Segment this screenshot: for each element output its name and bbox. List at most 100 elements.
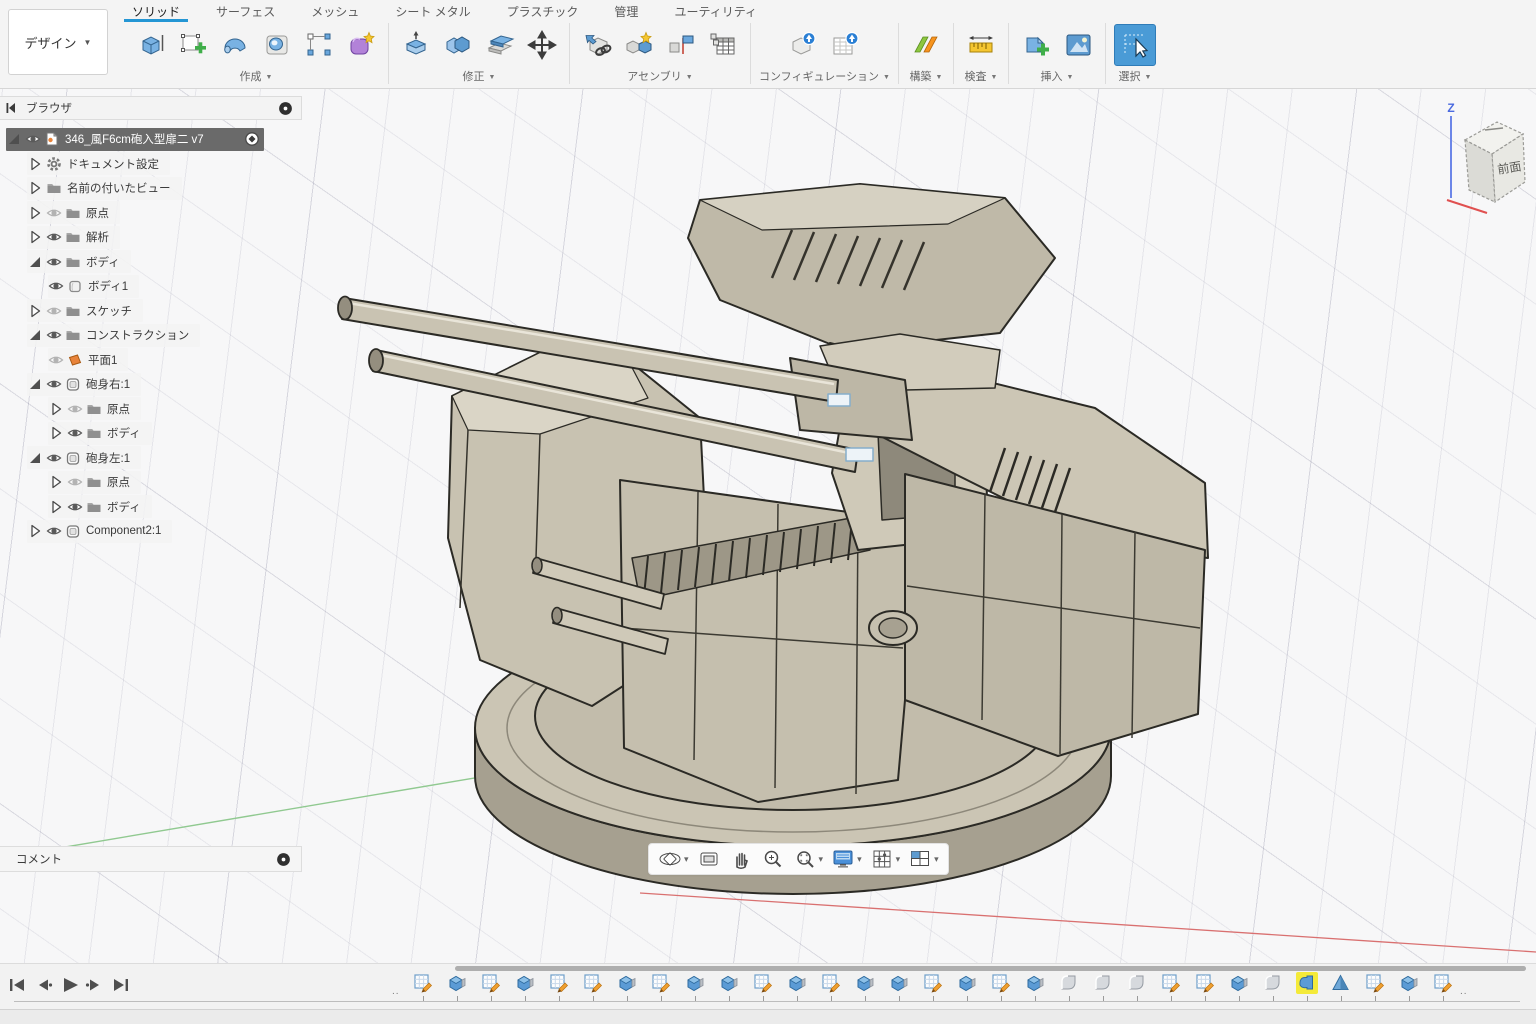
timeline-feature-sketch[interactable] (406, 972, 440, 1001)
tree-row[interactable]: ボディ (48, 422, 152, 445)
as-built-joint-icon[interactable] (662, 25, 700, 65)
tree-row[interactable]: ボディ1 (48, 275, 139, 298)
timeline-feature-sketch[interactable] (644, 972, 678, 1001)
extrude-feature-icon[interactable] (888, 972, 910, 994)
timeline-feature-sketch[interactable] (916, 972, 950, 1001)
timeline-feature-sketch[interactable] (1154, 972, 1188, 1001)
group-label-configuration[interactable]: コンフィギュレーション (759, 68, 890, 84)
tree-row-label[interactable]: 解析 (84, 229, 111, 245)
sketch-feature-icon[interactable] (1364, 972, 1386, 994)
tree-row[interactable]: Component2:1 (27, 520, 172, 543)
tree-row-label[interactable]: 砲身左:1 (84, 450, 132, 466)
expander-closed-icon[interactable] (48, 425, 64, 441)
create-sketch-icon[interactable] (174, 25, 212, 65)
timeline-feature-revolve[interactable] (1290, 972, 1324, 1001)
extrude-feature-icon[interactable] (1398, 972, 1420, 994)
timeline-feature-extrude[interactable] (508, 972, 542, 1001)
component-icon[interactable] (65, 376, 81, 392)
turret-geometry[interactable] (338, 184, 1208, 894)
expander-open-icon[interactable] (27, 327, 43, 343)
extrude-feature-icon[interactable] (718, 972, 740, 994)
eye-visible-icon[interactable] (48, 278, 64, 294)
design-dropdown[interactable]: デザイン ▼ (8, 9, 108, 75)
expander-closed-icon[interactable] (48, 474, 64, 490)
tree-row-label[interactable]: ボディ (84, 254, 122, 270)
tree-row-label[interactable]: ボディ (105, 425, 143, 441)
extrude-feature-icon[interactable] (616, 972, 638, 994)
timeline-feature-fillet[interactable] (1086, 972, 1120, 1001)
extrude-icon[interactable] (132, 25, 170, 65)
folder-icon[interactable] (86, 474, 102, 490)
tree-row[interactable]: ボディ (48, 495, 152, 518)
extrude-feature-icon[interactable] (786, 972, 808, 994)
group-label-insert[interactable]: 挿入 (1040, 68, 1073, 84)
zoom-icon[interactable] (758, 846, 788, 872)
sketch-feature-icon[interactable] (820, 972, 842, 994)
folder-icon[interactable] (86, 499, 102, 515)
timeline-feature-extrude[interactable] (1392, 972, 1426, 1001)
timeline-scrollbar[interactable] (455, 966, 1526, 971)
eye-visible-icon[interactable] (46, 523, 62, 539)
expander-closed-icon[interactable] (48, 401, 64, 417)
tree-row-label[interactable]: 346_風F6cm砲入型扉二 v7 (63, 131, 206, 147)
gear-icon[interactable] (46, 156, 62, 172)
pan-icon[interactable] (726, 846, 756, 872)
section-marker[interactable] (828, 394, 850, 406)
eye-visible-icon[interactable] (46, 327, 62, 343)
tree-row[interactable]: 砲身左:1 (27, 446, 141, 469)
eye-visible-icon[interactable] (46, 254, 62, 270)
timeline-feature-fillet[interactable] (1120, 972, 1154, 1001)
orbit-icon[interactable] (655, 846, 692, 872)
sketch-feature-icon[interactable] (1432, 972, 1454, 994)
tab-plastic[interactable]: プラスチック (507, 0, 579, 22)
timeline-feature-loft[interactable] (1324, 972, 1358, 1001)
timeline-feature-fillet[interactable] (1052, 972, 1086, 1001)
folder-icon[interactable] (65, 229, 81, 245)
timeline-feature-extrude[interactable] (610, 972, 644, 1001)
timeline-feature-extrude[interactable] (678, 972, 712, 1001)
sketch-feature-icon[interactable] (922, 972, 944, 994)
eye-hidden-icon[interactable] (67, 401, 83, 417)
extrude-feature-icon[interactable] (854, 972, 876, 994)
timeline-feature-sketch[interactable] (984, 972, 1018, 1001)
timeline-feature-sketch[interactable] (1358, 972, 1392, 1001)
tree-row-label[interactable]: ドキュメント設定 (65, 156, 161, 172)
tree-row[interactable]: ボディ (27, 250, 131, 273)
joint-icon[interactable] (620, 25, 658, 65)
tree-row[interactable]: 砲身右:1 (27, 373, 141, 396)
panel-expand-icon[interactable] (275, 851, 291, 867)
tab-surface[interactable]: サーフェス (216, 0, 275, 22)
display-settings-icon[interactable] (828, 846, 865, 872)
extrude-feature-icon[interactable] (684, 972, 706, 994)
extrude-feature-icon[interactable] (514, 972, 536, 994)
tree-row-label[interactable]: 原点 (84, 205, 111, 221)
extrude-feature-icon[interactable] (1024, 972, 1046, 994)
tree-row-label[interactable]: 平面1 (86, 352, 119, 368)
fillet-feature-icon[interactable] (1092, 972, 1114, 994)
expander-closed-icon[interactable] (27, 205, 43, 221)
eye-hidden-icon[interactable] (67, 474, 83, 490)
group-label-construct[interactable]: 構築 (909, 68, 942, 84)
folder-icon[interactable] (86, 401, 102, 417)
move-icon[interactable] (523, 25, 561, 65)
folder-icon[interactable] (86, 425, 102, 441)
body-icon[interactable] (67, 278, 83, 294)
tree-row-label[interactable]: コンストラクション (84, 327, 191, 343)
extrude-feature-icon[interactable] (956, 972, 978, 994)
section-marker[interactable] (846, 448, 873, 461)
eye-visible-icon[interactable] (67, 499, 83, 515)
expander-closed-icon[interactable] (27, 180, 43, 196)
timeline-feature-sketch[interactable] (576, 972, 610, 1001)
select-icon[interactable] (1114, 24, 1156, 66)
group-label-inspect[interactable]: 検査 (964, 68, 997, 84)
sketch-feature-icon[interactable] (582, 972, 604, 994)
plane-icon[interactable] (67, 352, 83, 368)
look-at-icon[interactable] (694, 846, 724, 872)
bom-table-icon[interactable] (704, 25, 742, 65)
play-icon[interactable] (58, 974, 80, 996)
tab-solid[interactable]: ソリッド (132, 0, 180, 22)
expander-closed-icon[interactable] (48, 499, 64, 515)
timeline-feature-sketch[interactable] (542, 972, 576, 1001)
sketch-feature-icon[interactable] (650, 972, 672, 994)
timeline-feature-sketch[interactable] (1426, 972, 1460, 1001)
